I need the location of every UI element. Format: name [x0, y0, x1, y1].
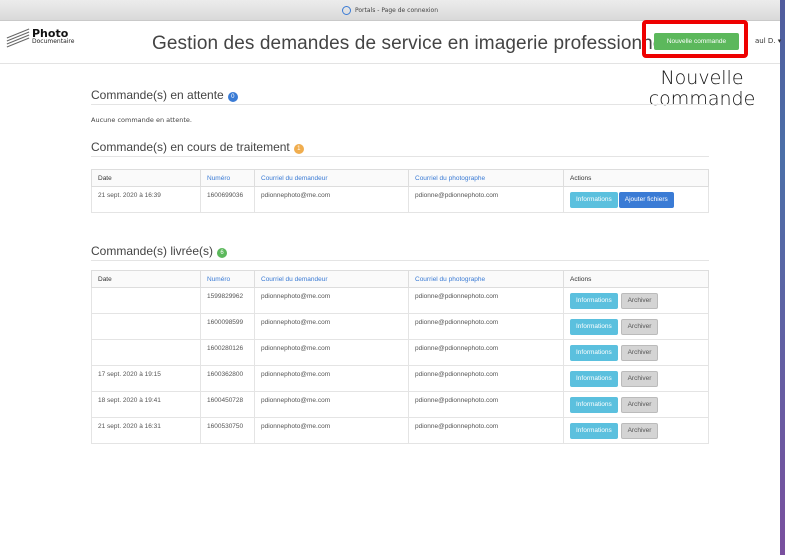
informations-button[interactable]: Informations [570, 345, 618, 361]
cell-photographer: pdionne@pdionnephoto.com [408, 339, 564, 366]
archive-button[interactable]: Archiver [620, 319, 659, 335]
logo-line1: Photo [32, 27, 69, 40]
camera-strokes-icon [6, 28, 30, 48]
add-files-button[interactable]: Ajouter fichiers [618, 192, 674, 208]
pending-empty-text: Aucune commande en attente. [91, 116, 192, 124]
table-row: 1600098599 pdionnephoto@me.com pdionne@p… [91, 313, 709, 340]
divider [91, 104, 709, 105]
col-number[interactable]: Numéro [200, 270, 255, 288]
cell-actions: Informations Archiver [563, 391, 709, 418]
delivered-title-text: Commande(s) livrée(s) [91, 244, 214, 258]
processing-table: Date Numéro Courriel du demandeur Courri… [91, 169, 709, 213]
cell-number: 1600450728 [200, 391, 255, 418]
cell-actions: Informations Archiver [563, 339, 709, 366]
table-header-row: Date Numéro Courriel du demandeur Courri… [91, 270, 709, 288]
pending-section-title: Commande(s) en attente 0 [91, 88, 238, 102]
pending-count-badge: 0 [227, 92, 238, 102]
cell-requester: pdionnephoto@me.com [254, 391, 409, 418]
informations-button[interactable]: Informations [570, 293, 618, 309]
table-row: 21 sept. 2020 à 16:39 1600699036 pdionne… [91, 186, 709, 213]
cell-date: 17 sept. 2020 à 19:15 [91, 365, 201, 392]
cell-date: 18 sept. 2020 à 19:41 [91, 391, 201, 418]
table-row: 21 sept. 2020 à 16:31 1600530750 pdionne… [91, 417, 709, 444]
cell-actions: Informations Archiver [563, 365, 709, 392]
divider [91, 260, 709, 261]
globe-icon [341, 5, 351, 15]
cell-number: 1599829962 [200, 287, 255, 314]
new-order-button[interactable]: Nouvelle commande [654, 33, 739, 50]
cell-photographer: pdionne@pdionnephoto.com [408, 287, 564, 314]
cell-number: 1600530750 [200, 417, 255, 444]
archive-button[interactable]: Archiver [620, 397, 659, 413]
col-photographer[interactable]: Courriel du photographe [408, 270, 564, 288]
processing-section-title: Commande(s) en cours de traitement 1 [91, 140, 304, 154]
informations-button[interactable]: Informations [570, 423, 618, 439]
cell-date [91, 313, 201, 340]
informations-button[interactable]: Informations [570, 397, 618, 413]
cell-photographer: pdionne@pdionnephoto.com [408, 417, 564, 444]
annotation-line2: commande [648, 88, 756, 110]
col-photographer[interactable]: Courriel du photographe [408, 169, 564, 187]
cell-actions: Informations Ajouter fichiers [563, 186, 709, 213]
cell-number: 1600098599 [200, 313, 255, 340]
cell-requester: pdionnephoto@me.com [254, 365, 409, 392]
cell-date [91, 339, 201, 366]
table-header-row: Date Numéro Courriel du demandeur Courri… [91, 169, 709, 187]
cell-date: 21 sept. 2020 à 16:31 [91, 417, 201, 444]
col-date[interactable]: Date [91, 270, 201, 288]
logo[interactable]: Photo Documentaire [6, 27, 75, 48]
archive-button[interactable]: Archiver [620, 293, 659, 309]
page-title: Gestion des demandes de service en image… [152, 33, 683, 54]
archive-button[interactable]: Archiver [620, 345, 659, 361]
table-row: 17 sept. 2020 à 19:15 1600362800 pdionne… [91, 365, 709, 392]
archive-button[interactable]: Archiver [620, 423, 659, 439]
col-date[interactable]: Date [91, 169, 201, 187]
col-requester[interactable]: Courriel du demandeur [254, 270, 409, 288]
processing-count-badge: 1 [293, 144, 304, 154]
col-actions: Actions [563, 169, 709, 187]
cell-actions: Informations Archiver [563, 313, 709, 340]
delivered-section-title: Commande(s) livrée(s) 6 [91, 244, 228, 258]
cell-photographer: pdionne@pdionnephoto.com [408, 391, 564, 418]
pending-title-text: Commande(s) en attente [91, 88, 224, 102]
cell-photographer: pdionne@pdionnephoto.com [408, 313, 564, 340]
cell-number: 1600280126 [200, 339, 255, 366]
archive-button[interactable]: Archiver [620, 371, 659, 387]
delivered-table: Date Numéro Courriel du demandeur Courri… [91, 270, 709, 444]
cell-requester: pdionnephoto@me.com [254, 339, 409, 366]
table-row: 18 sept. 2020 à 19:41 1600450728 pdionne… [91, 391, 709, 418]
cell-photographer: pdionne@pdionnephoto.com [408, 186, 564, 213]
processing-title-text: Commande(s) en cours de traitement [91, 140, 290, 154]
annotation-line1: Nouvelle [660, 67, 744, 89]
col-actions: Actions [563, 270, 709, 288]
cell-number: 1600362800 [200, 365, 255, 392]
delivered-count-badge: 6 [217, 248, 228, 258]
cell-number: 1600699036 [200, 186, 255, 213]
cell-photographer: pdionne@pdionnephoto.com [408, 365, 564, 392]
cell-requester: pdionnephoto@me.com [254, 417, 409, 444]
user-menu[interactable]: aul D. ▾ [755, 37, 781, 45]
informations-button[interactable]: Informations [570, 319, 618, 335]
browser-titlebar: Portals - Page de connexion [0, 0, 780, 21]
col-requester[interactable]: Courriel du demandeur [254, 169, 409, 187]
cell-actions: Informations Archiver [563, 417, 709, 444]
cell-requester: pdionnephoto@me.com [254, 313, 409, 340]
informations-button[interactable]: Informations [570, 192, 618, 208]
informations-button[interactable]: Informations [570, 371, 618, 387]
cell-date: 21 sept. 2020 à 16:39 [91, 186, 201, 213]
browser-tab-title: Portals - Page de connexion [354, 6, 439, 14]
table-row: 1600280126 pdionnephoto@me.com pdionne@p… [91, 339, 709, 366]
cell-date [91, 287, 201, 314]
divider [91, 156, 709, 157]
col-number[interactable]: Numéro [200, 169, 255, 187]
table-row: 1599829962 pdionnephoto@me.com pdionne@p… [91, 287, 709, 314]
cell-requester: pdionnephoto@me.com [254, 287, 409, 314]
cell-requester: pdionnephoto@me.com [254, 186, 409, 213]
logo-line2: Documentaire [32, 38, 75, 45]
cell-actions: Informations Archiver [563, 287, 709, 314]
